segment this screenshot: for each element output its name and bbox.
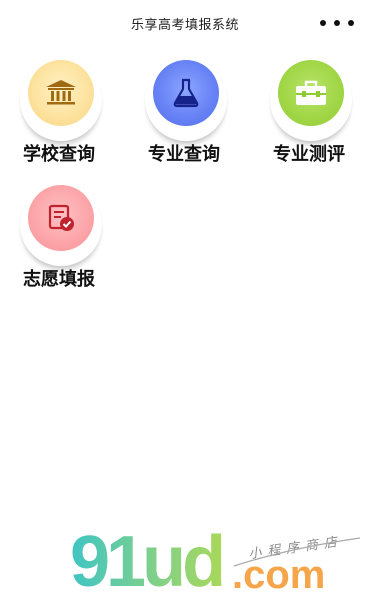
flask-icon [173, 78, 199, 108]
menu-item-label: 学校查询 [23, 144, 95, 165]
more-menu-button[interactable] [320, 14, 354, 32]
more-dots-icon [320, 20, 326, 26]
watermark-logo: 91ud .com 小程序商店 [70, 522, 361, 595]
menu-item-label: 专业查询 [148, 144, 220, 165]
menu-item-application-fill[interactable]: 志愿填报 [20, 182, 120, 302]
menu-item-label: 志愿填报 [23, 269, 95, 290]
toolbox-icon [296, 80, 326, 105]
page-title: 乐享高考填报系统 [130, 18, 239, 33]
watermark-brand: 91ud [70, 522, 222, 595]
form-check-icon [48, 204, 74, 231]
museum-icon [46, 80, 76, 105]
watermark-domain: .com [232, 553, 325, 595]
menu-item-major-query[interactable]: 专业查询 [145, 57, 245, 177]
menu-item-label: 专业测评 [273, 144, 345, 165]
menu-item-major-evaluation[interactable]: 专业测评 [270, 57, 370, 177]
nav-bar: 乐享高考填报系统 [0, 0, 370, 46]
menu-item-school-query[interactable]: 学校查询 [20, 57, 120, 177]
